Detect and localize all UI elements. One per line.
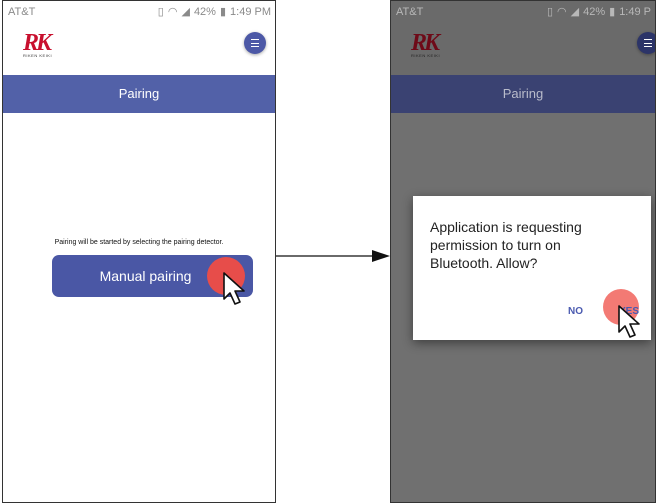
status-icons: ▯ ◠ ◢ 42% ▮ 1:49 PM	[158, 1, 271, 23]
menu-icon	[644, 39, 652, 47]
pairing-hint: Pairing will be started by selecting the…	[54, 239, 224, 246]
menu-button[interactable]	[637, 32, 655, 54]
no-button[interactable]: NO	[568, 306, 583, 317]
status-bar: AT&T ▯ ◠ ◢ 42% ▮ 1:49 P	[391, 1, 655, 23]
app-logo: RK RIKEN KEIKI	[23, 30, 53, 58]
signal-icon: ◢	[181, 6, 190, 18]
clock: 1:49 PM	[230, 6, 271, 18]
wifi-icon: ◠	[167, 6, 178, 18]
battery-percent: 42%	[583, 6, 606, 18]
manual-pairing-label: Manual pairing	[99, 268, 192, 284]
phone-screen-left: AT&T ▯ ◠ ◢ 42% ▮ 1:49 PM RK RIKEN KEIKI …	[2, 0, 276, 503]
battery-percent: 42%	[193, 6, 216, 18]
page-title: Pairing	[391, 75, 655, 113]
battery-icon: ▮	[609, 6, 616, 18]
main-content: Application is requesting permission to …	[391, 113, 655, 502]
flow-arrow-icon	[276, 250, 390, 262]
menu-icon	[251, 39, 259, 47]
main-content: Pairing will be started by selecting the…	[3, 113, 275, 502]
battery-icon: ▮	[219, 6, 227, 18]
vibrate-icon: ▯	[157, 6, 164, 18]
dialog-message: Application is requesting permission to …	[430, 219, 582, 271]
status-icons: ▯ ◠ ◢ 42% ▮ 1:49 P	[547, 1, 651, 23]
status-bar: AT&T ▯ ◠ ◢ 42% ▮ 1:49 PM	[3, 1, 275, 23]
clock: 1:49 P	[619, 6, 651, 18]
phone-screen-right: AT&T ▯ ◠ ◢ 42% ▮ 1:49 P RK RIKEN KEIKI P…	[390, 0, 656, 503]
vibrate-icon: ▯	[546, 6, 554, 18]
app-logo: RK RIKEN KEIKI	[411, 30, 441, 58]
app-header: RK RIKEN KEIKI	[391, 23, 655, 75]
mouse-cursor-icon	[223, 272, 245, 305]
bluetooth-permission-dialog: Application is requesting permission to …	[413, 196, 651, 340]
app-header: RK RIKEN KEIKI	[3, 23, 275, 75]
carrier-label: AT&T	[396, 6, 424, 18]
menu-button[interactable]	[244, 32, 266, 54]
wifi-icon: ◠	[557, 6, 567, 18]
carrier-label: AT&T	[8, 6, 36, 18]
mouse-cursor-icon	[618, 305, 640, 338]
signal-icon: ◢	[570, 6, 580, 18]
page-title: Pairing	[3, 75, 275, 113]
